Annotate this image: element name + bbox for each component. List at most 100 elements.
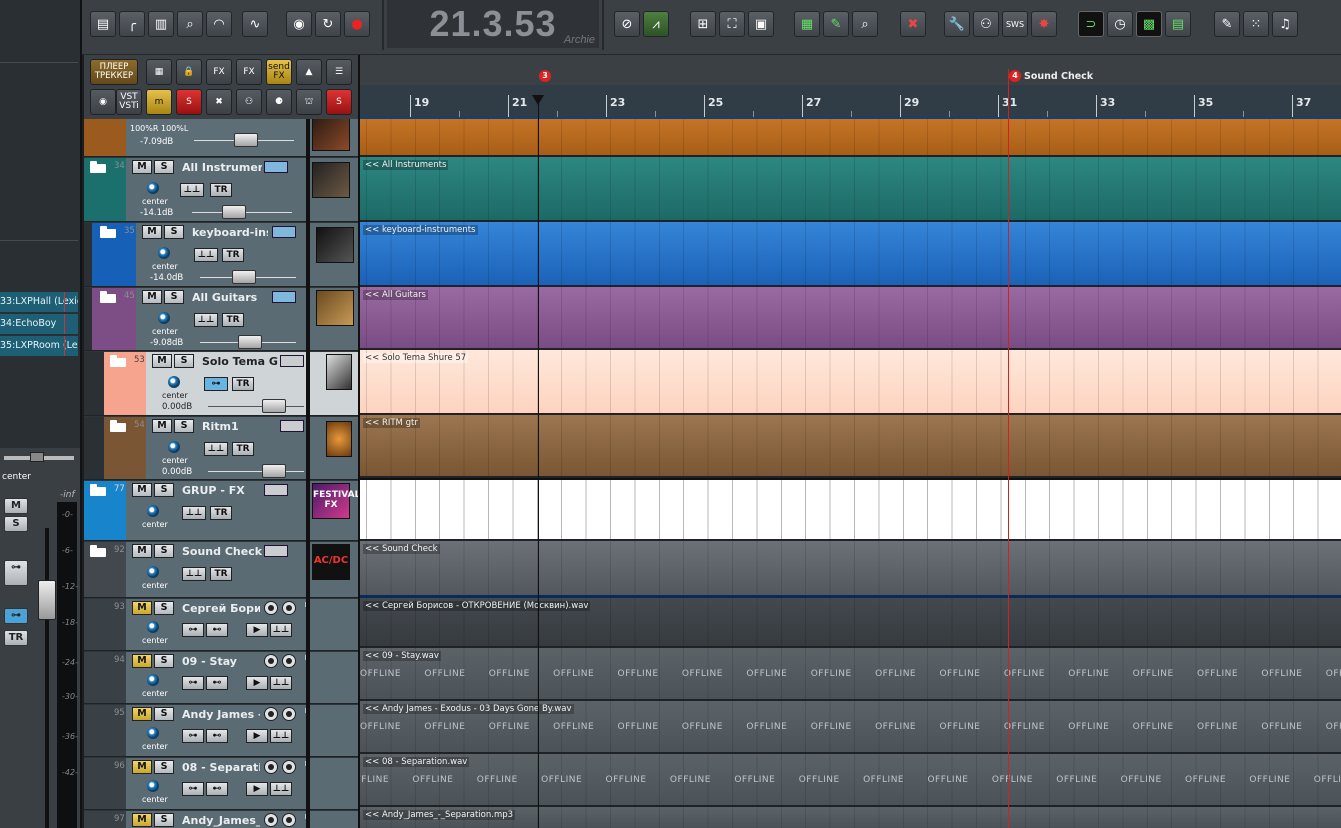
track-volume-fader[interactable] bbox=[262, 464, 286, 478]
track-env-button[interactable]: ⊥⊥ bbox=[270, 623, 292, 637]
track-io-blue-button[interactable]: ⊶ bbox=[204, 377, 228, 391]
track-io-button[interactable] bbox=[280, 420, 304, 432]
monitor-button[interactable] bbox=[282, 707, 296, 721]
master-pan-handle[interactable] bbox=[30, 452, 44, 462]
track-fx-button[interactable]: ▶ bbox=[246, 782, 268, 796]
track-export-icon[interactable]: ▤ bbox=[1165, 11, 1191, 37]
track-io-button[interactable] bbox=[272, 226, 296, 238]
folder-icon[interactable] bbox=[110, 420, 126, 432]
pan-knob[interactable] bbox=[158, 247, 170, 259]
track-tr-button[interactable]: TR bbox=[210, 567, 232, 581]
arrange-view[interactable]: 3 4 Sound Check 19 21 23 25 27 29 31 33 … bbox=[358, 55, 1341, 828]
search-icon[interactable]: ⌕ bbox=[852, 11, 878, 37]
track-lane[interactable]: << All Guitars bbox=[360, 287, 1341, 350]
track-lane[interactable]: << 08 - Separation.wav OFFLINE OFFLINE O… bbox=[360, 754, 1341, 807]
media-item-label[interactable]: << Сергей Борисов - ОТКРОВЕНИЕ (Москвин)… bbox=[363, 601, 591, 611]
track-tr-button[interactable]: TR bbox=[222, 313, 244, 327]
track-lane[interactable] bbox=[360, 478, 1341, 541]
track-panel[interactable]: 45 MS All Guitars center -9.08dB ⊥⊥ TR bbox=[84, 288, 358, 351]
routing-icon[interactable]: ⚇ bbox=[236, 89, 262, 115]
edit-cursor[interactable] bbox=[532, 95, 544, 828]
folder-icon[interactable] bbox=[90, 545, 106, 557]
track-env-button[interactable]: ⊥⊥ bbox=[194, 313, 218, 327]
s-button[interactable]: S bbox=[176, 89, 202, 115]
record-arm-button[interactable] bbox=[264, 654, 278, 668]
track-solo-button[interactable]: S bbox=[154, 813, 174, 827]
track-route-button[interactable]: ⊷ bbox=[206, 782, 228, 796]
track-volume-fader[interactable] bbox=[222, 205, 246, 219]
track-env-button[interactable]: ⊥⊥ bbox=[270, 729, 292, 743]
record-arm-button[interactable] bbox=[264, 601, 278, 615]
list-green-icon[interactable]: ☰ bbox=[326, 59, 352, 85]
pan-knob[interactable] bbox=[147, 566, 159, 578]
track-name[interactable]: Andy_James_- bbox=[182, 814, 260, 827]
timeline-ruler[interactable]: 19 21 23 25 27 29 31 33 35 37 bbox=[360, 85, 1341, 119]
record-arm-button[interactable] bbox=[264, 707, 278, 721]
zoom-fit-icon[interactable]: ⛶ bbox=[719, 11, 745, 37]
track-input-button[interactable]: ⊶ bbox=[182, 676, 204, 690]
master-tr-button[interactable]: TR bbox=[4, 630, 28, 646]
routing-x-icon[interactable]: ✖ bbox=[206, 89, 232, 115]
marker-3[interactable]: 3 bbox=[539, 69, 554, 83]
master-io-button[interactable]: ⊶ bbox=[4, 608, 28, 624]
track-route-button[interactable]: ⊷ bbox=[206, 729, 228, 743]
fx-slot-3[interactable]: 35:LXPRoom (Lexi bbox=[0, 336, 78, 356]
track-panel[interactable]: 97 MS Andy_James_- H bbox=[84, 811, 358, 828]
track-io-button[interactable] bbox=[264, 484, 288, 496]
media-item-label[interactable]: << All Guitars bbox=[363, 290, 428, 300]
pan-knob[interactable] bbox=[147, 674, 159, 686]
remove-item-icon[interactable]: ✖ bbox=[900, 11, 926, 37]
pan-knob[interactable] bbox=[147, 780, 159, 792]
track-env-button[interactable]: ⊥⊥ bbox=[182, 567, 206, 581]
folder-icon[interactable] bbox=[110, 355, 126, 367]
master-fader[interactable] bbox=[38, 580, 56, 620]
m-button[interactable]: m bbox=[146, 89, 172, 115]
record-arm-icon[interactable]: ◉ bbox=[90, 89, 116, 115]
track-fx-button[interactable]: ▶ bbox=[246, 729, 268, 743]
track-name[interactable]: Andy James - I bbox=[182, 708, 260, 721]
mixer-map-icon[interactable]: ▲ bbox=[296, 59, 322, 85]
waveform-icon[interactable]: ∿ bbox=[242, 11, 268, 37]
track-io-button[interactable] bbox=[264, 545, 288, 557]
track-solo-button[interactable]: S bbox=[154, 707, 174, 721]
record-arm-button[interactable] bbox=[264, 813, 278, 827]
pan-knob[interactable] bbox=[147, 727, 159, 739]
fx-slot-2[interactable]: 34:EchoBoy bbox=[0, 314, 78, 334]
track-name[interactable]: Sound Check bbox=[182, 545, 262, 558]
track-solo-button[interactable]: S bbox=[164, 290, 184, 304]
pan-knob[interactable] bbox=[147, 182, 159, 194]
track-env-button[interactable]: ⊥⊥ bbox=[204, 442, 228, 456]
media-explorer-icon[interactable]: ⌕ bbox=[177, 11, 203, 37]
track-panel[interactable]: 100%R 100%L -7.09dB bbox=[84, 119, 358, 157]
track-panel[interactable]: 35 MS keyboard-inst center -14.0dB ⊥⊥ TR bbox=[84, 223, 358, 287]
media-item-label[interactable]: << Andy_James_-_Separation.mp3 bbox=[363, 810, 516, 820]
metronome-icon[interactable]: ⩘ bbox=[643, 11, 669, 37]
grid-snap-icon[interactable]: ⊘ bbox=[614, 11, 640, 37]
track-panel[interactable]: 54 MS Ritm1 center 0.00dB ⊥⊥ TR bbox=[84, 417, 358, 480]
fx-slot-1[interactable]: 33:LXPHall (Lexico bbox=[0, 292, 78, 312]
track-mute-button[interactable]: M bbox=[132, 601, 152, 615]
track-input-button[interactable]: ⊶ bbox=[182, 623, 204, 637]
drum-icon[interactable]: ◉ bbox=[286, 11, 312, 37]
track-fx-button[interactable]: ▶ bbox=[246, 623, 268, 637]
burst-icon[interactable]: ✸ bbox=[1031, 11, 1057, 37]
track-tr-button[interactable]: TR bbox=[222, 248, 244, 262]
fx-show-button[interactable]: FX bbox=[236, 59, 262, 85]
folder-icon[interactable] bbox=[90, 161, 106, 173]
track-name[interactable]: 08 - Separatio bbox=[182, 761, 260, 774]
track-mute-button[interactable]: M bbox=[132, 707, 152, 721]
track-fx-button[interactable]: ▶ bbox=[246, 676, 268, 690]
loop-icon[interactable]: ↻ bbox=[315, 11, 341, 37]
track-panel[interactable]: 94 MS 09 - Stay H center ⊶ ⊷ ▶ ⊥⊥ bbox=[84, 652, 358, 704]
track-solo-button[interactable]: S bbox=[174, 419, 194, 433]
master-solo-button[interactable]: S bbox=[4, 516, 28, 532]
marker-4[interactable]: 4 Sound Check bbox=[1009, 69, 1093, 83]
s-red-button[interactable]: S bbox=[326, 89, 352, 115]
track-lane[interactable]: << keyboard-instruments bbox=[360, 222, 1341, 287]
sws-icon[interactable]: SWS bbox=[1002, 11, 1028, 37]
track-lane[interactable]: << Andy_James_-_Separation.mp3 bbox=[360, 807, 1341, 828]
track-env-button[interactable]: ⊥⊥ bbox=[180, 183, 204, 197]
track-lane[interactable]: << 09 - Stay.wav OFFLINE OFFLINE OFFLINE… bbox=[360, 648, 1341, 701]
pan-knob[interactable] bbox=[168, 376, 180, 388]
master-route-button[interactable]: ⊶ bbox=[4, 560, 28, 586]
